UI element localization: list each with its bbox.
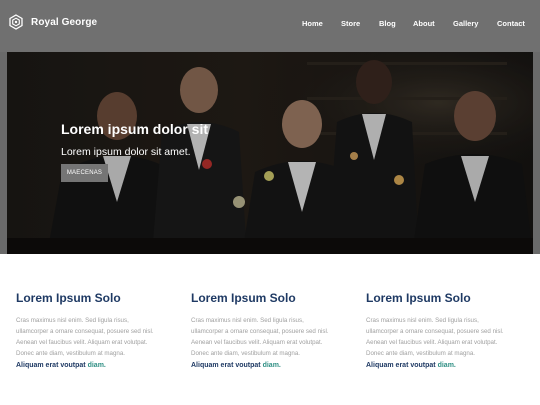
column-body: Cras maximus nisl enim. Sed ligula risus… — [366, 315, 528, 359]
column-link[interactable]: Aliquam erat voutpat diam. — [366, 362, 456, 369]
column-link-accent: diam. — [87, 362, 106, 369]
feature-columns: Lorem Ipsum Solo Cras maximus nisl enim.… — [0, 254, 540, 405]
column-title: Lorem Ipsum Solo — [191, 291, 296, 305]
column-link[interactable]: Aliquam erat voutpat diam. — [16, 362, 106, 369]
column-body-line: ullamcorper a ornare consequat, posuere … — [16, 328, 154, 335]
hero-subtitle: Lorem ipsum dolor sit amet. — [61, 146, 191, 158]
column-body-line: Cras maximus nisl enim. Sed ligula risus… — [191, 317, 304, 324]
nav-item-home[interactable]: Home — [302, 19, 323, 28]
nav-item-store[interactable]: Store — [341, 19, 360, 28]
column-link-accent: diam. — [437, 362, 456, 369]
column-title: Lorem Ipsum Solo — [16, 291, 121, 305]
nav-item-blog[interactable]: Blog — [379, 19, 396, 28]
nav-item-about[interactable]: About — [413, 19, 435, 28]
column-body-line: Donec ante diam, vestibulum at magna. — [16, 350, 126, 357]
column-title: Lorem Ipsum Solo — [366, 291, 471, 305]
brand[interactable]: Royal George — [8, 14, 97, 30]
gear-logo-icon — [9, 14, 23, 30]
maecenas-button[interactable]: MAECENAS — [61, 164, 108, 182]
hero-banner: Lorem ipsum dolor sit Lorem ipsum dolor … — [7, 52, 533, 254]
column-body: Cras maximus nisl enim. Sed ligula risus… — [191, 315, 353, 359]
column-link-text: Aliquam erat voutpat — [16, 362, 86, 369]
column-body-line: Aenean vel faucibus velit. Aliquam erat … — [366, 339, 498, 346]
column-link-accent: diam. — [262, 362, 281, 369]
column-link-text: Aliquam erat voutpat — [366, 362, 436, 369]
column-link-text: Aliquam erat voutpat — [191, 362, 261, 369]
site-header: Royal George Home Store Blog About Galle… — [0, 0, 540, 52]
nav-item-gallery[interactable]: Gallery — [453, 19, 478, 28]
nav-item-contact[interactable]: Contact — [497, 19, 525, 28]
column-body-line: Aenean vel faucibus velit. Aliquam erat … — [16, 339, 148, 346]
column-body-line: ullamcorper a ornare consequat, posuere … — [366, 328, 504, 335]
column-body-line: Donec ante diam, vestibulum at magna. — [191, 350, 301, 357]
column-body-line: Aenean vel faucibus velit. Aliquam erat … — [191, 339, 323, 346]
column-link[interactable]: Aliquam erat voutpat diam. — [191, 362, 281, 369]
hero-title: Lorem ipsum dolor sit — [61, 121, 209, 137]
column-body-line: Cras maximus nisl enim. Sed ligula risus… — [16, 317, 129, 324]
column-body: Cras maximus nisl enim. Sed ligula risus… — [16, 315, 178, 359]
column-body-line: ullamcorper a ornare consequat, posuere … — [191, 328, 329, 335]
brand-name: Royal George — [31, 16, 98, 28]
hero-section: Lorem ipsum dolor sit Lorem ipsum dolor … — [0, 52, 540, 254]
column-body-line: Donec ante diam, vestibulum at magna. — [366, 350, 476, 357]
column-body-line: Cras maximus nisl enim. Sed ligula risus… — [366, 317, 479, 324]
